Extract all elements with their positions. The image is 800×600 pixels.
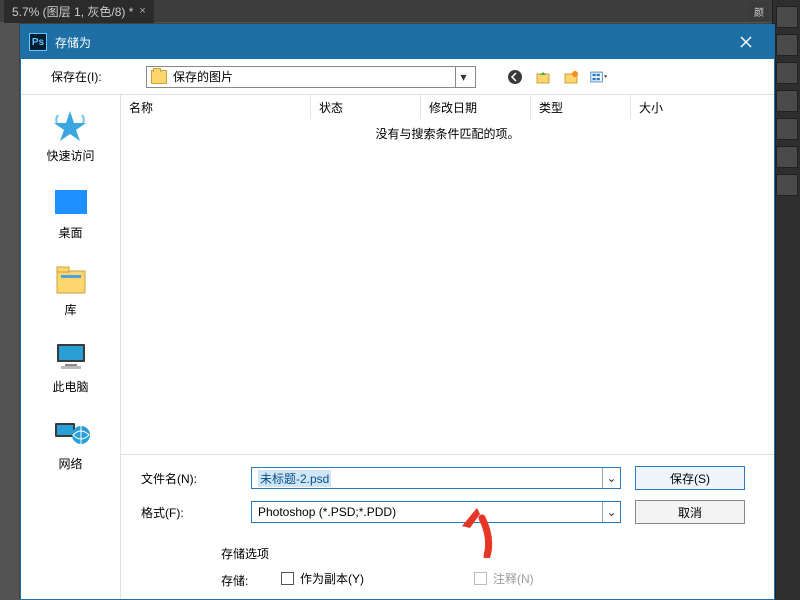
list-header: 名称 状态 修改日期 类型 大小 — [121, 95, 774, 119]
panel-icon[interactable] — [776, 118, 798, 140]
desktop-icon — [51, 184, 91, 220]
right-panel-dock — [772, 0, 800, 600]
place-label: 桌面 — [58, 224, 82, 241]
up-icon[interactable] — [534, 68, 552, 86]
save-button-label: 保存(S) — [670, 470, 710, 487]
chevron-down-icon[interactable]: ⌄ — [602, 468, 620, 488]
format-row: 格式(F): Photoshop (*.PSD;*.PDD) ⌄ 取消 — [141, 495, 764, 529]
panel-icon[interactable] — [776, 90, 798, 112]
filename-combo[interactable]: 未标题-2.psd ⌄ — [251, 467, 621, 489]
nav-icon-group — [506, 68, 608, 86]
close-icon — [739, 35, 753, 49]
place-libraries[interactable]: 库 — [51, 261, 91, 318]
new-folder-icon[interactable] — [562, 68, 580, 86]
annotations-checkbox: 注释(N) — [474, 570, 534, 587]
look-in-row: 保存在(I): 保存的图片 ▾ — [21, 59, 774, 95]
storage-sublabel: 存储: — [221, 572, 281, 589]
cancel-button[interactable]: 取消 — [635, 500, 745, 524]
view-menu-icon[interactable] — [590, 68, 608, 86]
col-name[interactable]: 名称 — [121, 95, 311, 119]
checkbox-box — [281, 572, 294, 585]
as-copy-checkbox[interactable]: 作为副本(Y) — [281, 570, 364, 587]
format-label: 格式(F): — [141, 504, 251, 521]
save-in-value: 保存的图片 — [173, 68, 233, 85]
photoshop-icon: Ps — [29, 33, 47, 51]
annotations-label: 注释(N) — [493, 570, 534, 587]
close-tab-icon[interactable]: × — [139, 5, 145, 17]
save-in-combo[interactable]: 保存的图片 ▾ — [146, 66, 476, 88]
col-modified[interactable]: 修改日期 — [421, 95, 531, 119]
folder-icon — [151, 70, 167, 84]
content-column: 名称 状态 修改日期 类型 大小 没有与搜索条件匹配的项。 文件名(N): 未标… — [121, 95, 774, 599]
empty-message: 没有与搜索条件匹配的项。 — [121, 119, 774, 454]
panel-icon[interactable] — [776, 62, 798, 84]
dialog-body: 快速访问 桌面 库 此电脑 网络 名称 状态 — [21, 95, 774, 599]
network-icon — [51, 415, 91, 451]
chevron-down-icon[interactable]: ▾ — [455, 67, 471, 87]
this-pc-icon — [51, 338, 91, 374]
cancel-button-label: 取消 — [678, 504, 702, 521]
col-status[interactable]: 状态 — [311, 95, 421, 119]
panel-icon[interactable] — [776, 34, 798, 56]
place-label: 网络 — [58, 455, 82, 472]
close-button[interactable] — [726, 25, 766, 59]
panel-icon[interactable] — [776, 146, 798, 168]
as-copy-label: 作为副本(Y) — [300, 570, 364, 587]
col-type[interactable]: 类型 — [531, 95, 631, 119]
quick-access-icon — [50, 107, 90, 143]
file-list-area: 名称 状态 修改日期 类型 大小 没有与搜索条件匹配的项。 — [121, 95, 774, 455]
format-value: Photoshop (*.PSD;*.PDD) — [258, 505, 396, 519]
filename-row: 文件名(N): 未标题-2.psd ⌄ 保存(S) — [141, 461, 764, 495]
places-bar: 快速访问 桌面 库 此电脑 网络 — [21, 95, 121, 599]
save-options-label: 存储选项 — [221, 545, 764, 562]
save-as-dialog: Ps 存储为 保存在(I): 保存的图片 ▾ 快速访问 桌面 — [20, 24, 775, 600]
place-label: 库 — [64, 301, 76, 318]
document-tab[interactable]: 5.7% (图层 1, 灰色/8) * × — [4, 0, 154, 23]
dialog-titlebar: Ps 存储为 — [21, 25, 774, 59]
document-tab-bar: 5.7% (图层 1, 灰色/8) * × — [0, 0, 800, 22]
place-network[interactable]: 网络 — [51, 415, 91, 472]
form-area: 文件名(N): 未标题-2.psd ⌄ 保存(S) 格式(F): Photosh… — [121, 455, 774, 589]
save-in-label: 保存在(I): — [51, 68, 146, 85]
panel-icon[interactable] — [776, 6, 798, 28]
libraries-icon — [51, 261, 91, 297]
col-size[interactable]: 大小 — [631, 95, 774, 119]
back-icon[interactable] — [506, 68, 524, 86]
place-desktop[interactable]: 桌面 — [51, 184, 91, 241]
save-button[interactable]: 保存(S) — [635, 466, 745, 490]
document-tab-title: 5.7% (图层 1, 灰色/8) * — [12, 3, 133, 20]
format-combo[interactable]: Photoshop (*.PSD;*.PDD) ⌄ — [251, 501, 621, 523]
filename-label: 文件名(N): — [141, 470, 251, 487]
place-label: 此电脑 — [52, 378, 88, 395]
save-options-group: 存储选项 存储: 作为副本(Y) 注释(N) — [221, 539, 764, 589]
chevron-down-icon[interactable]: ⌄ — [602, 502, 620, 522]
panel-tab-color[interactable]: 颜 — [748, 2, 770, 21]
place-quick-access[interactable]: 快速访问 — [46, 107, 94, 164]
dialog-title: 存储为 — [55, 34, 91, 51]
panel-tabs: 颜 — [748, 2, 770, 21]
filename-value: 未标题-2.psd — [258, 470, 331, 487]
place-this-pc[interactable]: 此电脑 — [51, 338, 91, 395]
checkbox-box — [474, 572, 487, 585]
place-label: 快速访问 — [46, 147, 94, 164]
panel-icon[interactable] — [776, 174, 798, 196]
